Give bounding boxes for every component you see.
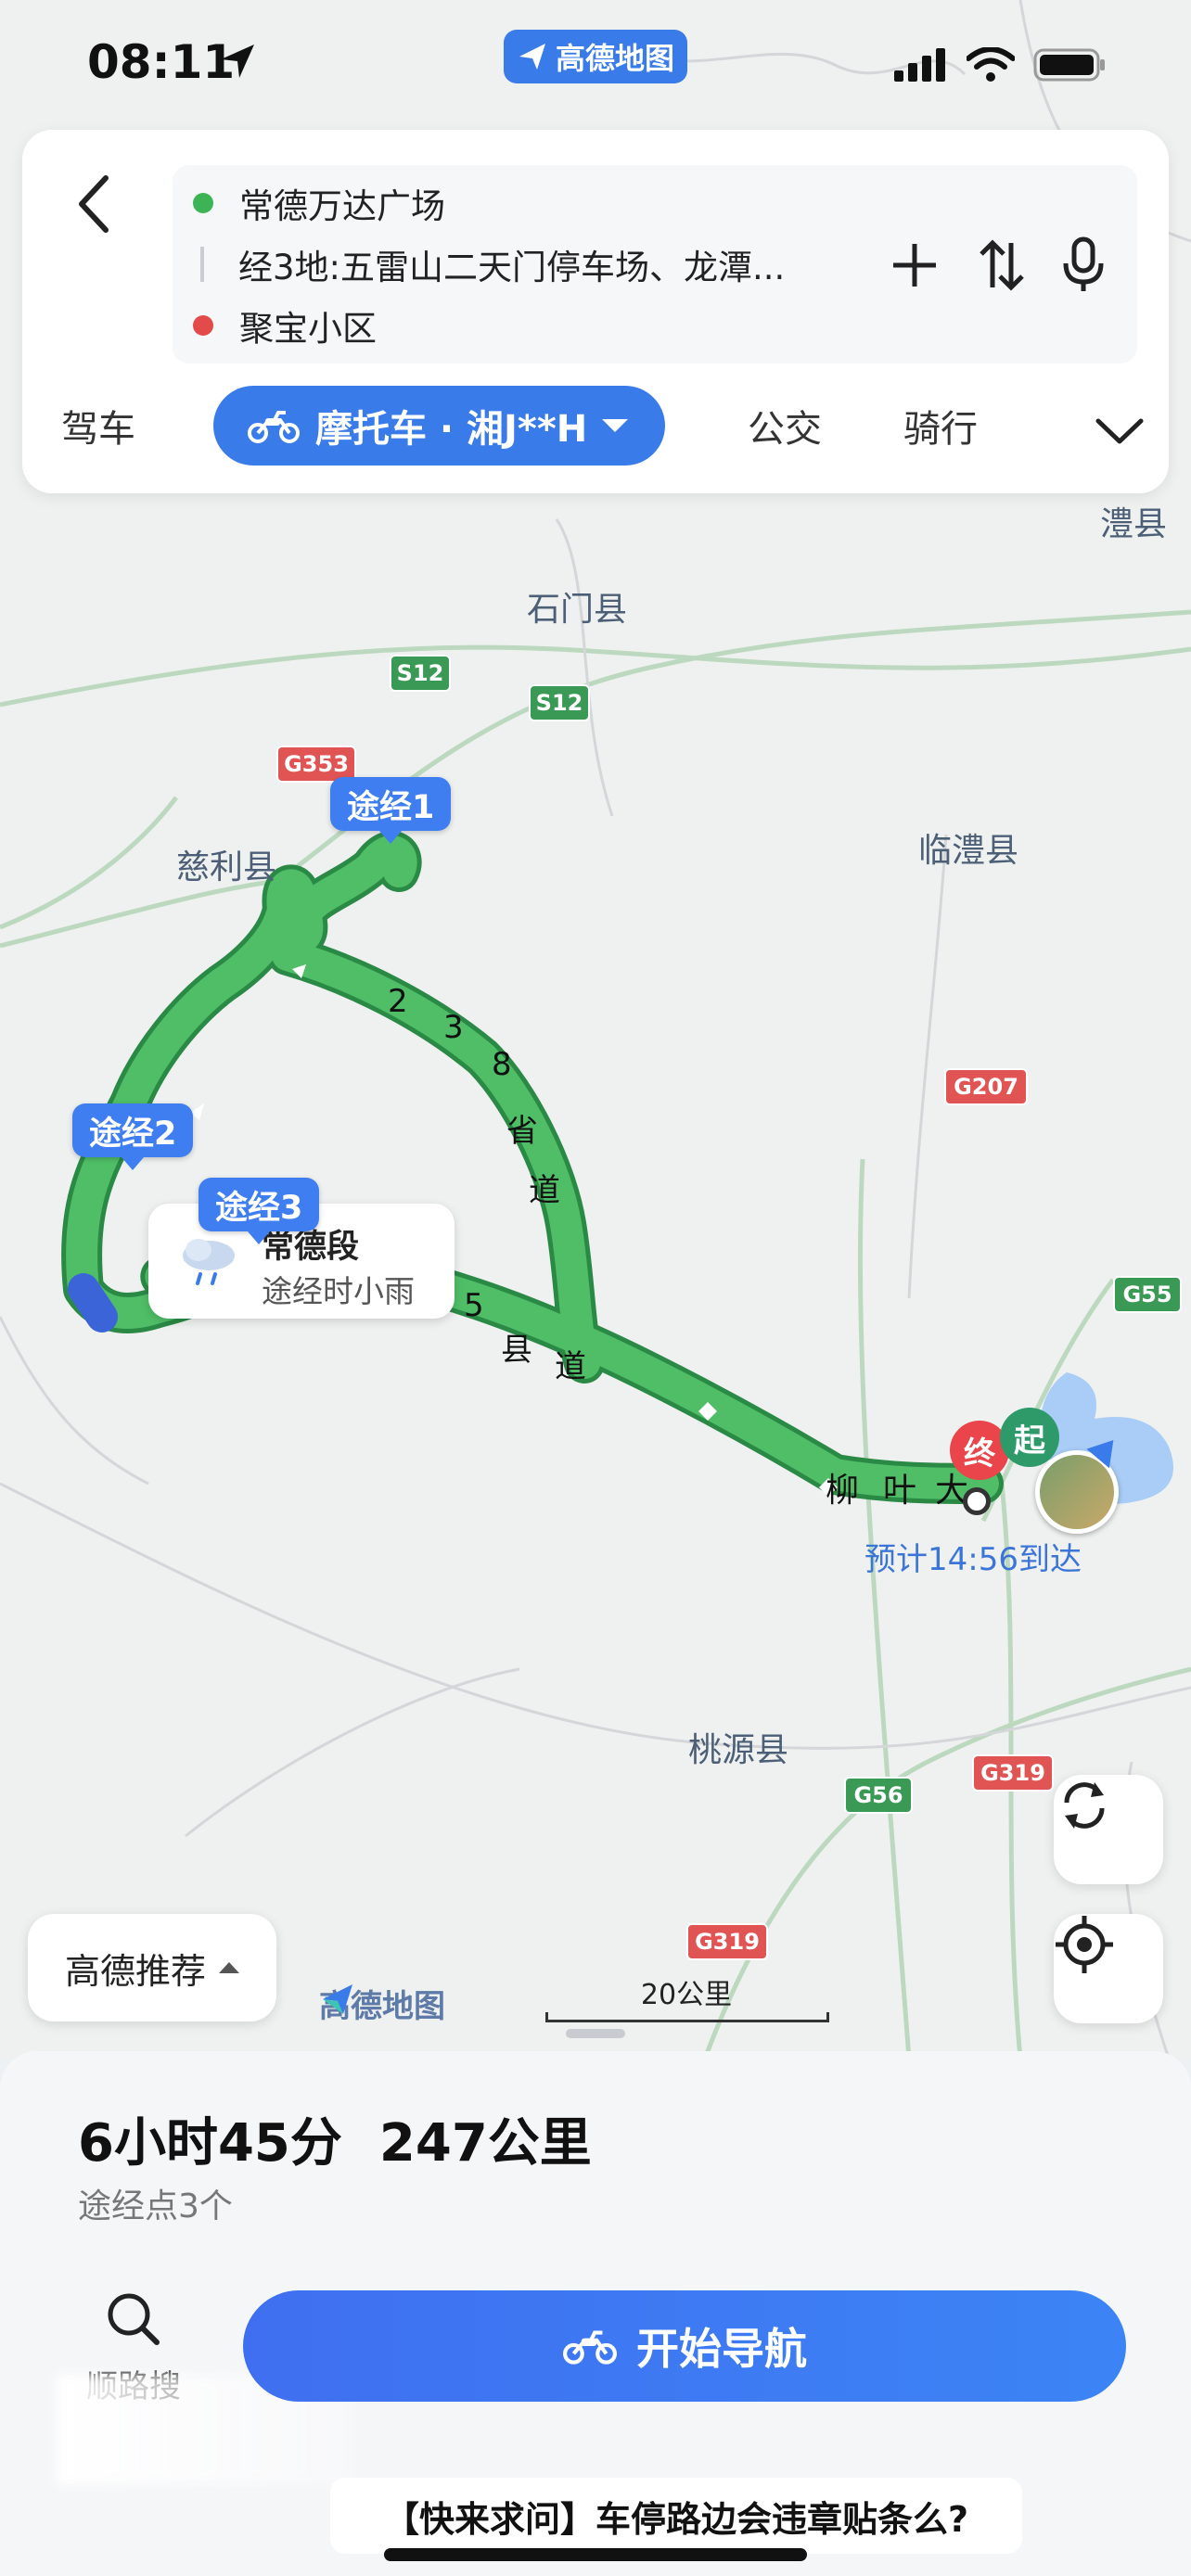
- motorcycle-icon: [248, 411, 300, 443]
- eta-label: 预计14:56到达: [864, 1541, 1082, 1578]
- road-shield: S12: [529, 684, 590, 721]
- home-indicator[interactable]: [384, 2548, 807, 2561]
- route-duration: 6小时45分: [78, 2113, 342, 2174]
- road-shield: G319: [972, 1754, 1054, 1792]
- place-label: 桃源县: [688, 1731, 789, 1769]
- route-road-label: 省: [506, 1113, 538, 1150]
- start-pin[interactable]: 起: [1000, 1408, 1059, 1467]
- caret-down-icon: [602, 419, 629, 432]
- weather-text: 途经时小雨: [262, 1273, 415, 1309]
- status-time: 08:11: [87, 35, 236, 89]
- motorcycle-icon: [563, 2330, 617, 2365]
- chevron-down-icon[interactable]: [1093, 412, 1146, 449]
- refresh-route-button[interactable]: [1054, 1775, 1163, 1884]
- tab-cycle[interactable]: 骑行: [903, 386, 978, 465]
- amap-badge-icon: [519, 44, 545, 70]
- origin-dot-icon: [193, 193, 213, 213]
- route-summary: 6小时45分 247公里: [78, 2101, 629, 2176]
- voice-input-button[interactable]: [1056, 236, 1111, 293]
- community-question-banner[interactable]: 【快来求问】车停路边会违章贴条么?: [330, 2478, 1022, 2554]
- route-preference-label: 高德推荐: [64, 1950, 206, 1992]
- waypoint-3-marker[interactable]: 途经3: [198, 1178, 320, 1244]
- add-waypoint-button[interactable]: [887, 237, 942, 293]
- waypoints-text: 经3地:五雷山二天门停车场、龙潭...: [238, 248, 786, 287]
- start-navigation-button[interactable]: 开始导航: [243, 2290, 1126, 2402]
- place-label: 慈利县: [176, 848, 277, 886]
- tab-transit[interactable]: 公交: [748, 386, 822, 465]
- scale-bar: [545, 2012, 829, 2022]
- origin-text: 常德万达广场: [239, 186, 445, 226]
- signal-icon: [894, 48, 945, 82]
- route-planner-card: 常德万达广场 经3地:五雷山二天门停车场、龙潭... 聚宝小区 驾车 摩托车 ·…: [22, 130, 1169, 493]
- scale-label: 20公里: [640, 1979, 733, 2011]
- waypoint-2-marker[interactable]: 途经2: [72, 1103, 194, 1170]
- travel-mode-tabs: 驾车 摩托车 · 湘J**H 公交 骑行: [22, 386, 1169, 469]
- map-scale: 20公里: [545, 1971, 829, 2023]
- route-road-label: 道: [529, 1172, 560, 1209]
- amap-logo: 高德地图: [319, 1981, 445, 2026]
- status-icons: [894, 46, 1108, 83]
- amap-logo-icon: [323, 1984, 352, 2014]
- road-shield: G56: [844, 1777, 913, 1814]
- locate-icon: [1056, 1916, 1113, 1973]
- destination-field[interactable]: 聚宝小区: [173, 295, 377, 356]
- road-shield: G207: [944, 1068, 1028, 1105]
- waypoint-count: 途经点3个: [78, 2187, 233, 2225]
- end-point-dot: [963, 1487, 991, 1515]
- tab-motorcycle[interactable]: 摩托车 · 湘J**H: [213, 386, 666, 465]
- waypoint-1-marker[interactable]: 途经1: [330, 777, 452, 844]
- route-road-label: 柳: [826, 1472, 860, 1510]
- route-road-label: 县: [501, 1332, 532, 1369]
- route-road-label: 2: [388, 983, 408, 1020]
- app-badge[interactable]: 高德地图: [504, 30, 687, 83]
- route-preference-button[interactable]: 高德推荐: [28, 1914, 276, 2021]
- place-label: 石门县: [527, 591, 628, 629]
- road-shield: G319: [686, 1923, 768, 1960]
- road-shield: G55: [1113, 1276, 1182, 1313]
- destination-dot-icon: [193, 315, 213, 336]
- swap-icon: [980, 239, 1024, 291]
- plus-icon: [893, 244, 936, 287]
- route-road-label: 3: [443, 1009, 464, 1046]
- place-label: 澧县: [1100, 505, 1168, 543]
- refresh-icon: [1064, 1782, 1105, 1829]
- sheet-grabber[interactable]: [566, 2029, 625, 2038]
- tab-drive[interactable]: 驾车: [61, 386, 135, 465]
- divider: [200, 247, 204, 282]
- route-road-label: 5: [464, 1287, 484, 1324]
- start-navigation-label: 开始导航: [636, 2324, 807, 2374]
- location-arrow-icon: [221, 45, 254, 78]
- tab-motorcycle-label: 摩托车 · 湘J**H: [315, 408, 588, 451]
- swap-button[interactable]: [974, 237, 1030, 293]
- microphone-icon: [1063, 236, 1104, 291]
- route-inputs: 常德万达广场 经3地:五雷山二天门停车场、龙潭... 聚宝小区: [173, 165, 1137, 363]
- back-arrow-icon: [79, 175, 109, 233]
- route-road-label: 叶: [883, 1472, 917, 1510]
- road-shield: S12: [390, 655, 451, 692]
- route-road-label: 8: [492, 1046, 512, 1083]
- battery-icon: [1033, 48, 1105, 82]
- app-badge-label: 高德地图: [555, 41, 674, 76]
- destination-text: 聚宝小区: [239, 309, 377, 349]
- wifi-icon: [967, 47, 1015, 82]
- search-icon: [108, 2293, 160, 2345]
- caret-up-icon: [219, 1962, 239, 1973]
- waypoints-field[interactable]: 经3地:五雷山二天门停车场、龙潭...: [173, 234, 785, 295]
- origin-field[interactable]: 常德万达广场: [173, 172, 445, 234]
- route-distance: 247公里: [378, 2113, 592, 2174]
- status-bar: 08:11 高德地图: [0, 0, 1191, 130]
- route-road-label: 道: [555, 1348, 586, 1385]
- locate-button[interactable]: [1054, 1914, 1163, 2023]
- place-label: 临澧县: [918, 832, 1019, 870]
- back-button[interactable]: [69, 167, 124, 241]
